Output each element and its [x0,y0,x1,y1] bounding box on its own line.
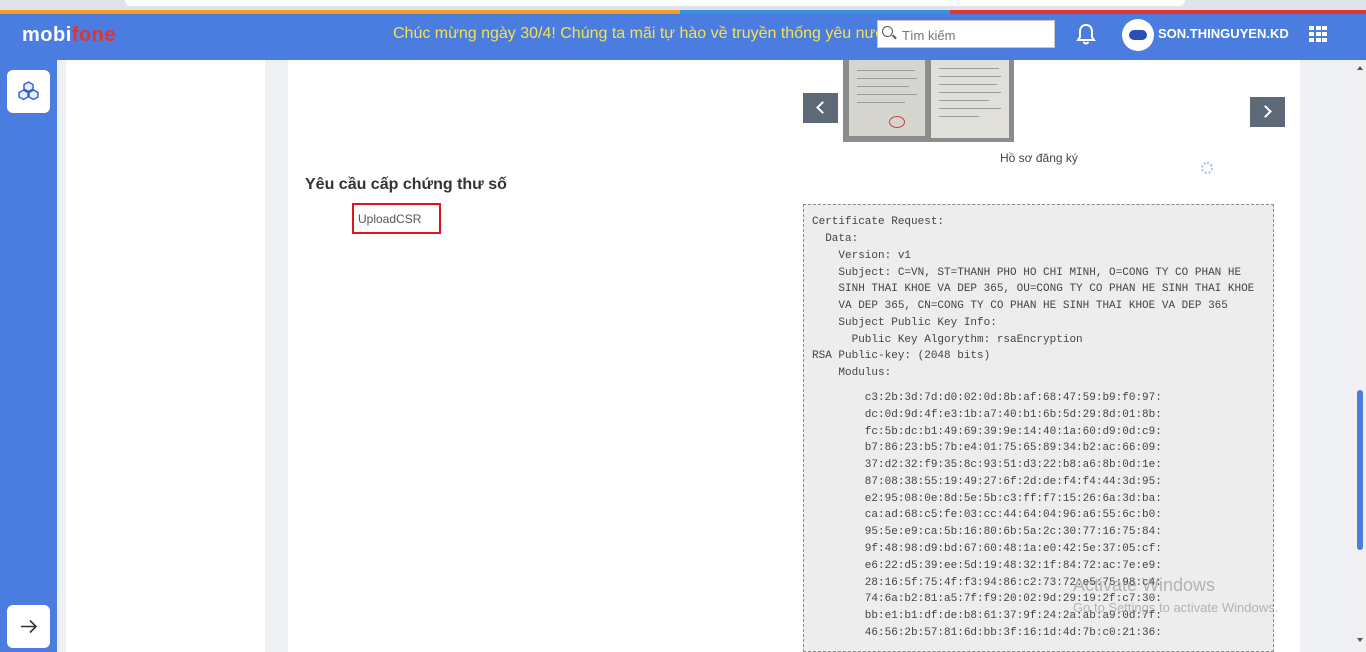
announcement-marquee: Chúc mừng ngày 30/4! Chúng ta mãi tự hào… [393,25,883,42]
csr-line: e2:95:08:0e:8d:5e:5b:c3:ff:f7:15:26:6a:3… [812,493,1162,505]
csr-line: Public Key Algorythm: rsaEncryption [812,334,1083,346]
search-box[interactable] [877,20,1055,48]
csr-line: dc:0d:9d:4f:e3:1b:a7:40:b1:6b:5d:29:8d:0… [812,409,1162,421]
search-input[interactable] [900,25,1054,45]
csr-line: 87:08:38:55:19:49:27:6f:2d:de:f4:f4:44:3… [812,476,1162,488]
top-header: mobifone Chúc mừng ngày 30/4! Chúng ta m… [0,10,1366,60]
loading-spinner-icon [1201,162,1213,174]
bell-icon[interactable] [1075,22,1097,46]
browser-strip [0,0,1366,10]
csr-line: ca:ad:68:c5:fe:03:cc:44:64:04:96:a6:55:6… [812,509,1162,521]
previous-image-button[interactable] [803,93,838,123]
csr-line: b7:86:23:b5:7b:e4:01:75:65:89:34:b2:ac:6… [812,442,1162,454]
scroll-down-icon[interactable] [1357,638,1363,642]
modules-button[interactable] [7,70,50,113]
document-page-2 [931,60,1009,138]
csr-line: Subject Public Key Info: [812,317,997,329]
section-title: Yêu cầu cấp chứng thư số [305,176,507,193]
search-icon [882,26,893,37]
csr-line: Version: v1 [812,250,912,262]
gallery-caption: Hồ sơ đăng ký [1000,151,1078,165]
red-stamp [889,116,905,128]
logo-suffix: fone [71,24,116,46]
next-image-button[interactable] [1250,97,1285,127]
left-panel [66,60,265,652]
csr-line: 37:d2:32:f9:35:8c:93:51:d3:22:b8:a6:8b:0… [812,459,1162,471]
document-thumbnail[interactable] [843,60,1014,142]
page-scrollbar[interactable] [1354,60,1366,652]
activate-windows-subtitle: Go to Settings to activate Windows. [1073,600,1279,615]
cubes-icon [18,81,39,101]
csr-line: Certificate Request: [812,216,945,228]
username[interactable]: SON.THINGUYEN.KD [1158,26,1289,41]
document-page-1 [849,60,925,136]
scrollbar-thumb[interactable] [1357,390,1363,550]
chevron-left-icon [816,101,829,114]
mobifone-logo[interactable]: mobifone [22,24,116,47]
arrow-right-icon [21,619,38,634]
accent-stripe-blue [680,10,950,14]
upload-csr-button[interactable]: UploadCSR [352,203,441,234]
scroll-up-icon[interactable] [1357,66,1363,70]
upload-csr-label: UploadCSR [358,212,422,226]
csr-line: fc:5b:dc:b1:49:69:39:9e:14:40:1a:60:d9:0… [812,426,1162,438]
activate-windows-title: Activate Windows [1073,575,1216,595]
csr-line: 46:56:2b:57:81:6d:bb:3f:16:1d:4d:7b:c0:2… [812,627,1162,639]
csr-line: 9f:48:98:d9:bd:67:60:48:1a:e0:42:5e:37:0… [812,543,1162,555]
csr-line: VA DEP 365, CN=CONG TY CO PHAN HE SINH T… [812,300,1228,312]
address-bar[interactable] [125,0,1185,6]
csr-line: Data: [812,233,859,245]
apps-grid-icon[interactable] [1309,26,1327,42]
expand-sidebar-button[interactable] [7,605,50,648]
accent-stripe-red [950,10,1366,14]
csr-line: Subject: C=VN, ST=THANH PHO HO CHI MINH,… [812,267,1242,279]
left-rail [0,60,57,652]
csr-line: RSA Public-key: (2048 bits) [812,350,991,362]
csr-line: Modulus: [812,367,892,379]
csr-line: SINH THAI KHOE VA DEP 365, OU=CONG TY CO… [812,283,1255,295]
csr-line: e6:22:d5:39:ee:5d:19:48:32:1f:84:72:ac:7… [812,560,1162,572]
logo-prefix: mobi [22,24,72,46]
csr-line: 95:5e:e9:ca:5b:16:80:6b:5a:2c:30:77:16:7… [812,526,1162,538]
csr-line: c3:2b:3d:7d:d0:02:0d:8b:af:68:47:59:b9:f… [812,392,1162,404]
chevron-right-icon [1259,105,1272,118]
accent-stripe-orange [0,10,680,14]
user-avatar[interactable] [1122,19,1154,51]
